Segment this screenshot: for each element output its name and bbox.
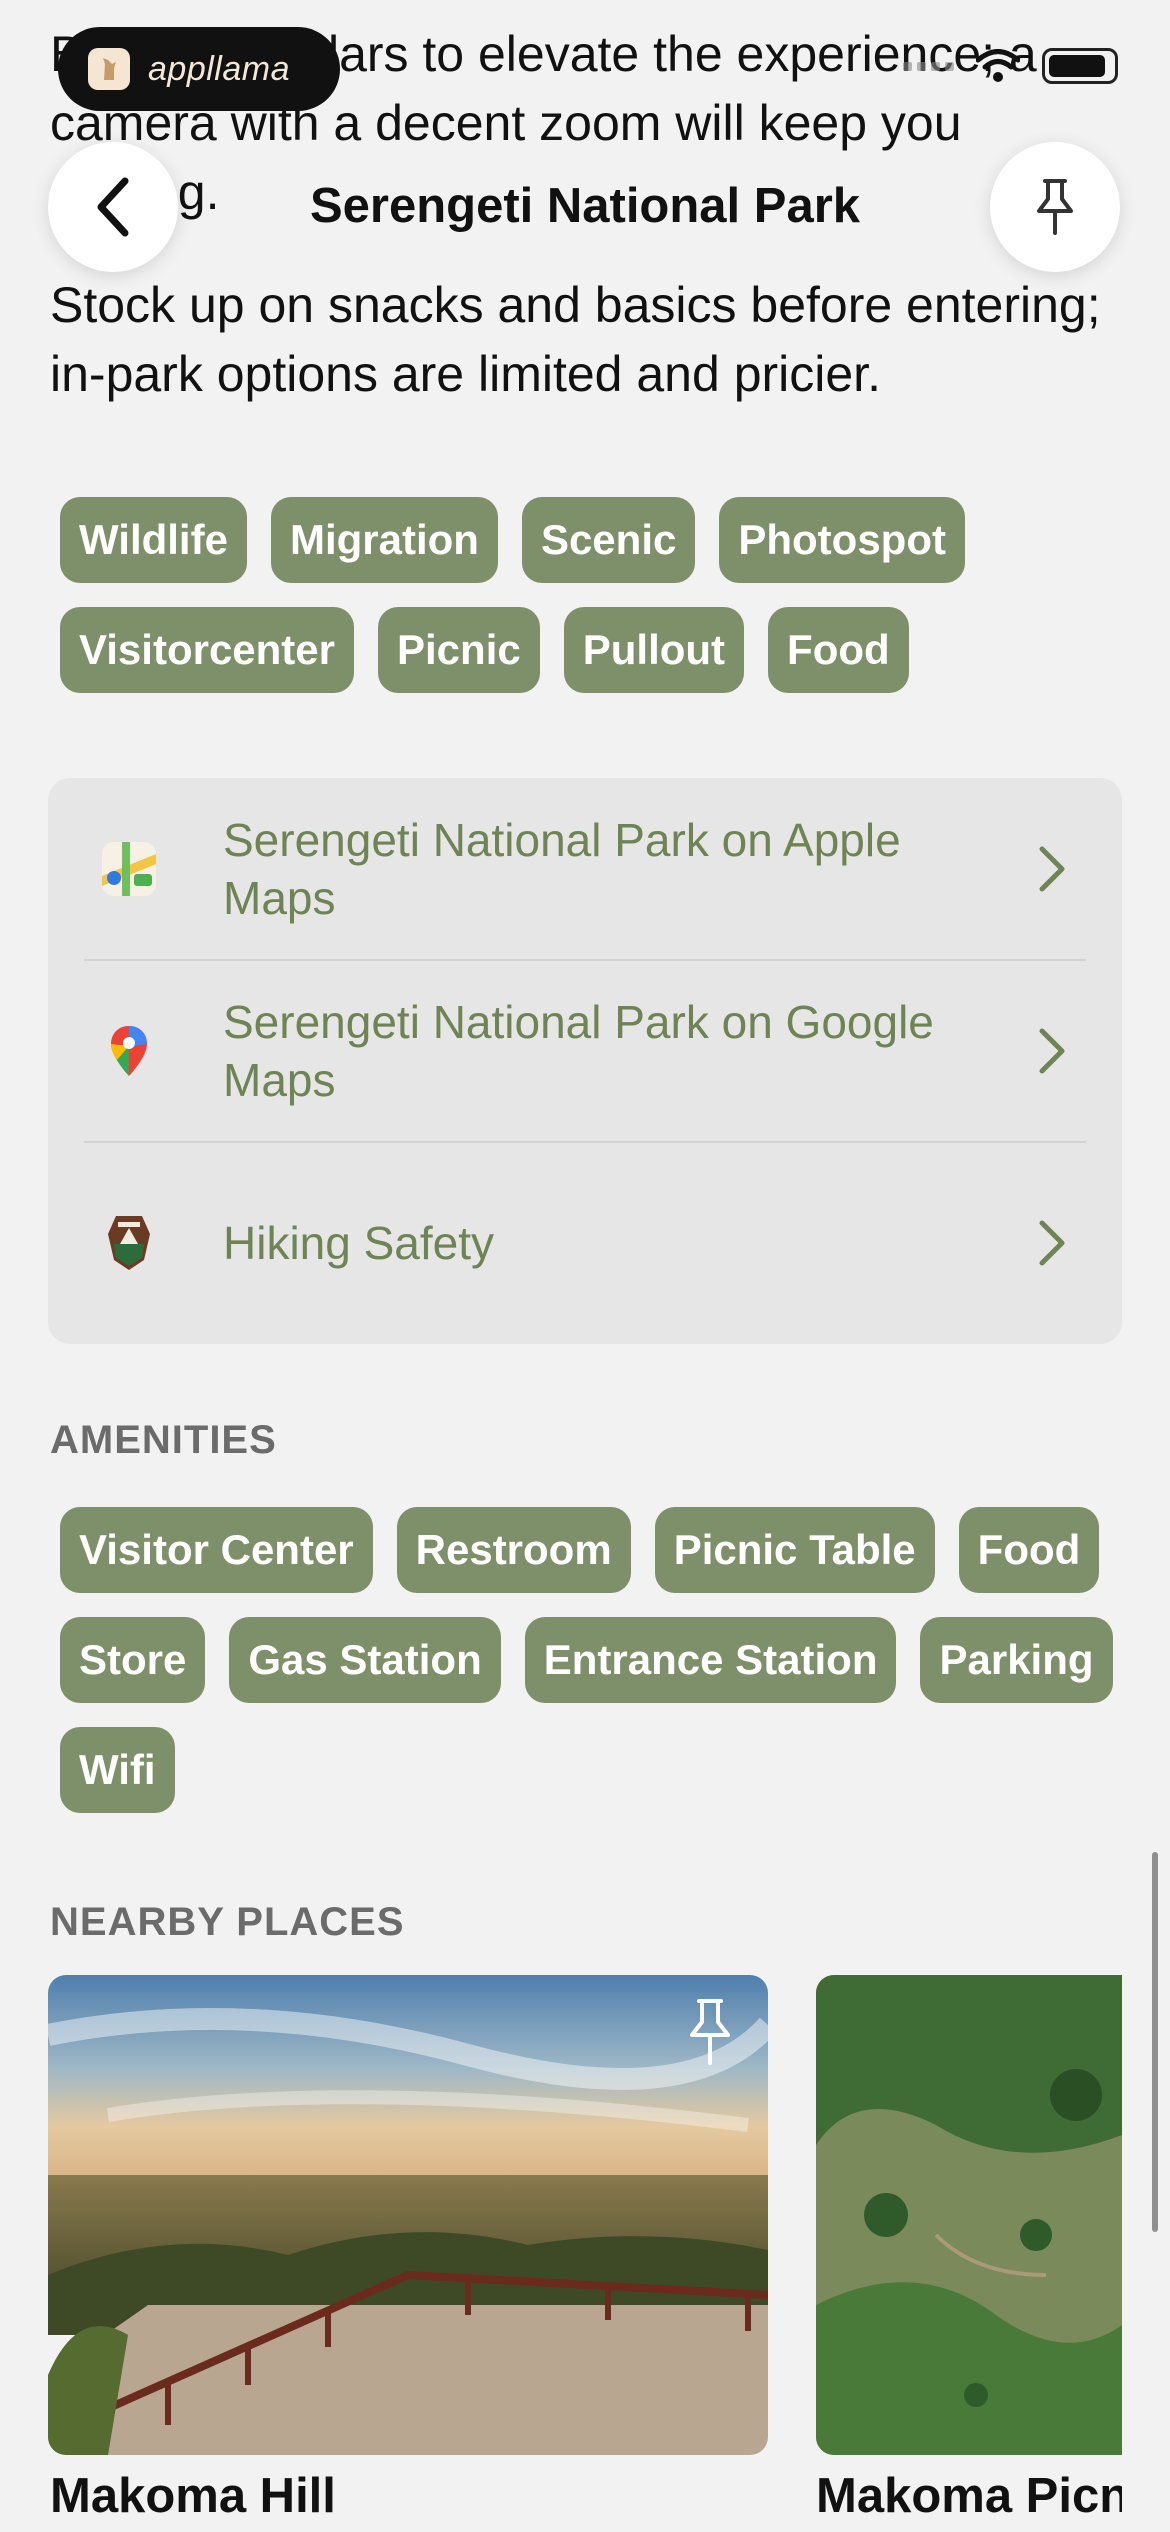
nearby-place-name: Makoma Hill	[50, 2469, 336, 2523]
amenity-entrance-station[interactable]: Entrance Station	[524, 1617, 897, 1703]
pin-icon[interactable]	[686, 1997, 734, 2067]
tag-photospot[interactable]: Photospot	[719, 497, 965, 583]
nearby-place-card[interactable]	[48, 1975, 768, 2455]
amenity-store[interactable]: Store	[60, 1617, 206, 1703]
tag-list: Wildlife Migration Scenic Photospot Visi…	[60, 497, 1120, 693]
amenity-picnic-table[interactable]: Picnic Table	[654, 1507, 935, 1593]
pin-button[interactable]	[990, 142, 1120, 272]
nearby-place-name: Makoma Picni	[816, 2469, 1122, 2523]
battery-icon	[1042, 48, 1118, 84]
wifi-icon	[976, 49, 1020, 82]
tip-snacks: Stock up on snacks and basics before ent…	[50, 277, 1101, 402]
hiking-safety-link-label: Hiking Safety	[223, 1217, 495, 1269]
google-maps-link[interactable]: Serengeti National Park on Google Maps	[48, 960, 1122, 1141]
amenities-list: Visitor Center Restroom Picnic Table Foo…	[60, 1507, 1120, 1813]
amenity-food[interactable]: Food	[958, 1507, 1100, 1593]
nearby-places-heading: NEARBY PLACES	[50, 1900, 405, 1944]
apple-maps-link[interactable]: Serengeti National Park on Apple Maps	[48, 778, 1122, 959]
chevron-right-icon	[1039, 1220, 1065, 1266]
amenity-wifi[interactable]: Wifi	[60, 1727, 175, 1813]
appllama-badge: appllama	[58, 27, 340, 111]
place-detail-screen: Bring binoculars to elevate the experien…	[0, 0, 1170, 2532]
apple-maps-link-label: Serengeti National Park on Apple Maps	[223, 813, 901, 924]
nps-arrowhead-icon	[100, 1214, 158, 1272]
appllama-label: appllama	[148, 49, 290, 88]
tag-picnic[interactable]: Picnic	[378, 607, 540, 693]
amenity-parking[interactable]: Parking	[920, 1617, 1113, 1703]
makoma-picnic-satellite-photo	[816, 1975, 1122, 2455]
chevron-right-icon	[1039, 1028, 1065, 1073]
amenities-heading: AMENITIES	[50, 1418, 277, 1462]
external-links-card: Serengeti National Park on Apple Maps Se…	[48, 778, 1122, 1344]
cellular-signal-icon	[903, 61, 954, 71]
hiking-safety-link[interactable]: Hiking Safety	[48, 1142, 1122, 1344]
amenity-gas-station[interactable]: Gas Station	[229, 1617, 501, 1703]
google-maps-icon	[100, 1022, 158, 1080]
apple-maps-icon	[100, 840, 158, 898]
status-icons	[903, 48, 1118, 84]
tag-visitorcenter[interactable]: Visitorcenter	[60, 607, 354, 693]
makoma-hill-photo	[48, 1975, 768, 2455]
chevron-right-icon	[1039, 846, 1065, 891]
google-maps-link-label: Serengeti National Park on Google Maps	[223, 995, 934, 1106]
tag-scenic[interactable]: Scenic	[521, 497, 696, 583]
pin-icon	[1037, 179, 1073, 235]
llama-logo-icon	[88, 48, 130, 90]
amenity-restroom[interactable]: Restroom	[396, 1507, 631, 1593]
tag-migration[interactable]: Migration	[270, 497, 498, 583]
tag-food[interactable]: Food	[768, 607, 909, 693]
amenity-visitor-center[interactable]: Visitor Center	[60, 1507, 373, 1593]
tag-pullout[interactable]: Pullout	[563, 607, 745, 693]
nearby-place-card[interactable]	[816, 1975, 1122, 2455]
tag-wildlife[interactable]: Wildlife	[60, 497, 247, 583]
vertical-scrollbar[interactable]	[1152, 1852, 1158, 2232]
